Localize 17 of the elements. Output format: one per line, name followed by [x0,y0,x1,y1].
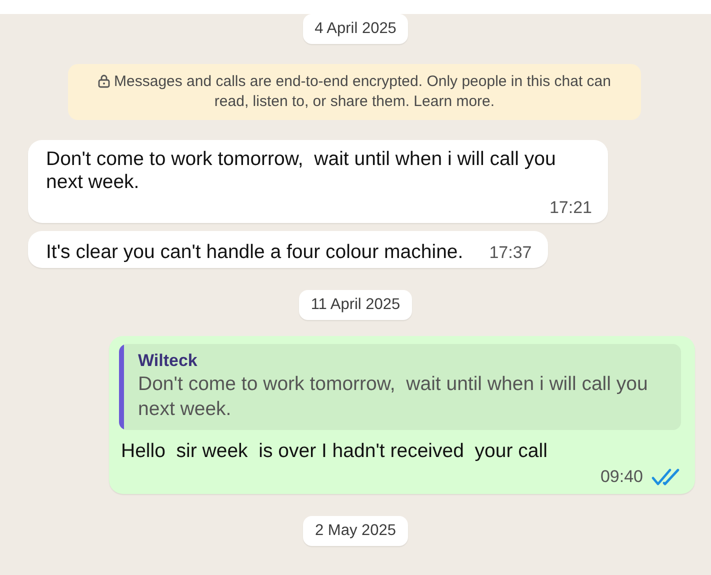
quoted-text: Don't come to work tomorrow, wait until when i will call you next week. [138,372,649,422]
date-chip: 11 April 2025 [298,290,412,320]
quoted-message[interactable]: Wilteck Don't come to work tomorrow, wait until when i will call you next week. [119,344,681,430]
message-bubble[interactable]: It's clear you can't handle a four colour machine. 17:37 [28,231,548,268]
encryption-notice[interactable]: Messages and calls are end-to-end encrypted. Only people in this chat can read, listen to, or share them. Learn more. [68,64,641,120]
message-time: 17:37 [489,242,532,264]
date-chip: 2 May 2025 [303,516,408,546]
message-text: Don't come to work tomorrow, wait until when i will call you next week. [46,148,557,194]
message-text: Hello sir week is over I hadn't received your call [120,440,548,462]
message-bubble[interactable]: Don't come to work tomorrow, wait until when i will call you next week. 17:21 [28,140,608,223]
lock-icon [98,74,110,88]
message-bubble[interactable]: Wilteck Don't come to work tomorrow, wait until when i will call you next week. Hello sir week is over I hadn't received your call 09:40 [109,336,695,494]
date-chip: 4 April 2025 [302,14,408,44]
message-time: 09:40 [600,466,643,488]
message-text: It's clear you can't handle a four colour machine. [46,241,464,264]
message-time: 17:21 [549,197,592,219]
quoted-author: Wilteck [138,350,198,372]
